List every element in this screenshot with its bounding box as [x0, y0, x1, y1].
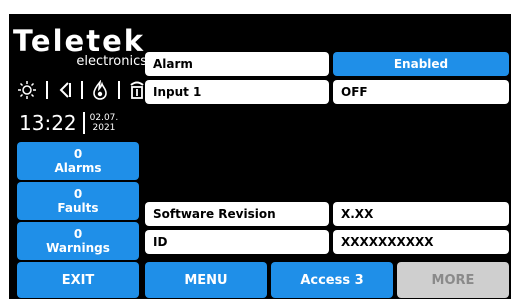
speaker-icon: [58, 81, 72, 99]
warnings-count: 0: [73, 227, 83, 241]
flame-icon: [92, 80, 108, 100]
sun-icon: [17, 80, 37, 100]
exit-button[interactable]: EXIT: [17, 262, 139, 298]
alarms-label: Alarms: [54, 161, 102, 175]
row-id-value: XXXXXXXXXX: [333, 230, 509, 254]
phone-icon: [129, 80, 145, 100]
clock-time: 13:22: [19, 111, 77, 135]
row-id-label: ID: [145, 230, 329, 254]
divider: [82, 112, 85, 134]
faults-count: 0: [73, 187, 83, 201]
warnings-button[interactable]: 0 Warnings: [17, 222, 139, 260]
status-icons-bar: [17, 79, 145, 101]
access-level-button[interactable]: Access 3: [271, 262, 393, 298]
row-software-revision-label: Software Revision: [145, 202, 329, 226]
warnings-label: Warnings: [46, 241, 110, 255]
divider: [117, 81, 120, 99]
more-button[interactable]: MORE: [397, 262, 509, 298]
alarms-count: 0: [73, 147, 83, 161]
row-alarm-label: Alarm: [145, 52, 329, 76]
clock: 13:22 02.07. 2021: [19, 111, 118, 135]
divider: [46, 81, 49, 99]
teletek-logo: Teletek electronics: [13, 26, 149, 68]
clock-date-year: 2021: [92, 123, 116, 133]
row-input-label: Input 1: [145, 80, 329, 104]
row-input-value[interactable]: OFF: [333, 80, 509, 104]
divider: [80, 81, 83, 99]
row-software-revision-value: X.XX: [333, 202, 509, 226]
menu-button[interactable]: MENU: [145, 262, 267, 298]
clock-date-day: 02.07.: [89, 113, 119, 123]
logo-brand: Teletek: [13, 24, 146, 58]
faults-button[interactable]: 0 Faults: [17, 182, 139, 220]
alarms-button[interactable]: 0 Alarms: [17, 142, 139, 180]
row-alarm-value[interactable]: Enabled: [333, 52, 509, 76]
faults-label: Faults: [57, 201, 99, 215]
clock-date: 02.07. 2021: [90, 113, 119, 133]
device-screen: Teletek electronics 13:22 02.07. 2021 0 …: [9, 14, 511, 299]
